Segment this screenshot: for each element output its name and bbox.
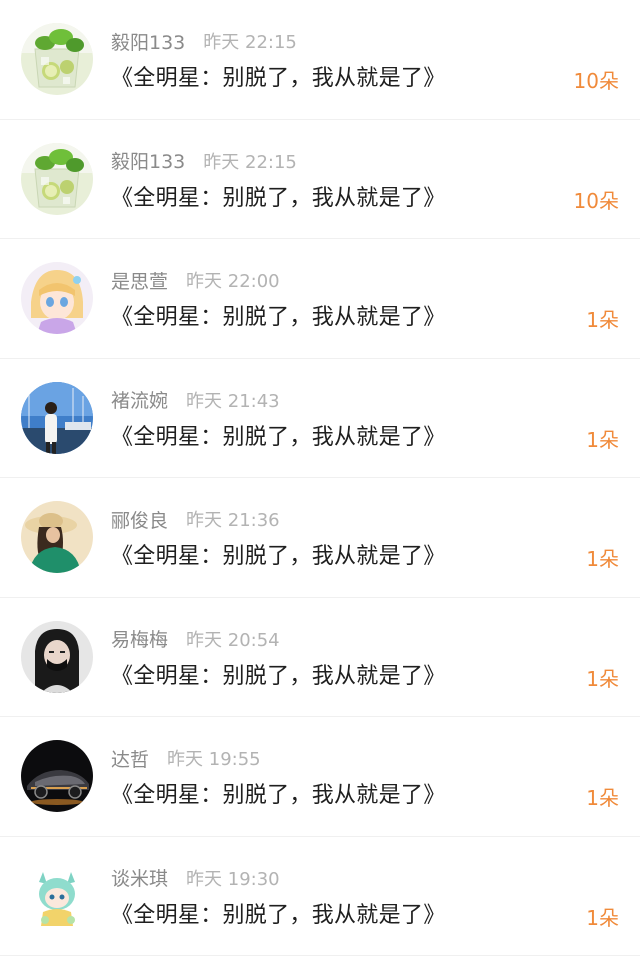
username[interactable]: 毅阳133 — [111, 147, 185, 174]
mojito-drink-icon — [21, 142, 93, 215]
timestamp: 昨天 20:54 — [186, 629, 280, 651]
anime-girl-icon — [21, 262, 93, 334]
comment-text: 《全明星：别脱了，我从就是了》 — [111, 902, 446, 928]
anime-girl-avatar[interactable] — [21, 262, 93, 334]
username[interactable]: 褚流婉 — [111, 386, 168, 413]
username[interactable]: 谈米琪 — [111, 864, 168, 891]
woman-sunhat-avatar[interactable] — [21, 501, 93, 573]
comment-row[interactable]: 郦俊良 昨天 21:36 《全明星：别脱了，我从就是了》 1朵 — [0, 478, 640, 598]
mojito-drink-avatar[interactable] — [21, 142, 93, 215]
comment-row[interactable]: 谈米琪 昨天 19:30 《全明星：别脱了，我从就是了》 1朵 — [0, 837, 640, 956]
timestamp: 昨天 21:36 — [186, 510, 280, 531]
comment-meta: 褚流婉 昨天 21:43 — [111, 387, 280, 413]
comment-row[interactable]: 褚流婉 昨天 21:43 《全明星：别脱了，我从就是了》 1朵 — [0, 359, 640, 478]
mojito-drink-icon — [21, 23, 93, 95]
comment-meta: 谈米琪 昨天 19:30 — [111, 865, 280, 891]
comment-meta: 是思萱 昨天 22:00 — [111, 267, 280, 293]
gift-count: 10朵 — [573, 69, 619, 93]
timestamp: 昨天 22:00 — [186, 271, 280, 292]
timestamp: 昨天 19:30 — [186, 868, 280, 890]
cartoon-character-avatar[interactable] — [21, 859, 93, 932]
timestamp: 昨天 22:15 — [203, 151, 297, 173]
sports-car-icon — [21, 740, 93, 812]
username[interactable]: 是思萱 — [111, 267, 168, 294]
harbor-person-avatar[interactable] — [21, 381, 93, 454]
comment-row[interactable]: 是思萱 昨天 22:00 《全明星：别脱了，我从就是了》 1朵 — [0, 239, 640, 359]
gift-count: 1朵 — [586, 547, 619, 571]
comment-meta: 毅阳133 昨天 22:15 — [111, 28, 297, 54]
comment-meta: 毅阳133 昨天 22:15 — [111, 148, 297, 174]
username[interactable]: 易梅梅 — [111, 625, 168, 652]
comment-text: 《全明星：别脱了，我从就是了》 — [111, 544, 446, 569]
sports-car-avatar[interactable] — [21, 740, 93, 812]
timestamp: 昨天 19:55 — [167, 749, 261, 770]
username[interactable]: 毅阳133 — [111, 28, 185, 55]
masked-girl-icon — [21, 620, 93, 693]
comment-row[interactable]: 毅阳133 昨天 22:15 《全明星：别脱了，我从就是了》 10朵 — [0, 120, 640, 239]
comment-text: 《全明星：别脱了，我从就是了》 — [111, 663, 446, 689]
harbor-person-icon — [21, 381, 93, 454]
comment-row[interactable]: 易梅梅 昨天 20:54 《全明星：别脱了，我从就是了》 1朵 — [0, 598, 640, 717]
gift-count: 10朵 — [573, 188, 619, 213]
mojito-drink-avatar[interactable] — [21, 23, 93, 95]
comment-text: 《全明星：别脱了，我从就是了》 — [111, 783, 446, 808]
comment-text: 《全明星：别脱了，我从就是了》 — [111, 305, 446, 330]
comment-meta: 达哲 昨天 19:55 — [111, 745, 261, 771]
comment-row[interactable]: 达哲 昨天 19:55 《全明星：别脱了，我从就是了》 1朵 — [0, 717, 640, 837]
gift-count: 1朵 — [586, 786, 619, 810]
timestamp: 昨天 21:43 — [186, 390, 280, 412]
comment-row[interactable]: 毅阳133 昨天 22:15 《全明星：别脱了，我从就是了》 10朵 — [0, 0, 640, 120]
comment-meta: 郦俊良 昨天 21:36 — [111, 506, 280, 532]
username[interactable]: 达哲 — [111, 745, 149, 772]
woman-sunhat-icon — [21, 501, 93, 573]
comment-meta: 易梅梅 昨天 20:54 — [111, 626, 280, 652]
cartoon-character-icon — [21, 859, 93, 932]
comment-text: 《全明星：别脱了，我从就是了》 — [111, 424, 446, 450]
gift-count: 1朵 — [586, 427, 619, 452]
masked-girl-avatar[interactable] — [21, 620, 93, 693]
comment-text: 《全明星：别脱了，我从就是了》 — [111, 185, 446, 211]
gift-count: 1朵 — [586, 308, 619, 332]
comment-text: 《全明星：别脱了，我从就是了》 — [111, 66, 446, 91]
timestamp: 昨天 22:15 — [203, 32, 297, 53]
row-divider — [0, 955, 640, 956]
username[interactable]: 郦俊良 — [111, 506, 168, 533]
comment-list: 毅阳133 昨天 22:15 《全明星：别脱了，我从就是了》 10朵 毅阳133… — [0, 0, 640, 965]
gift-count: 1朵 — [586, 905, 619, 930]
gift-count: 1朵 — [586, 666, 619, 691]
